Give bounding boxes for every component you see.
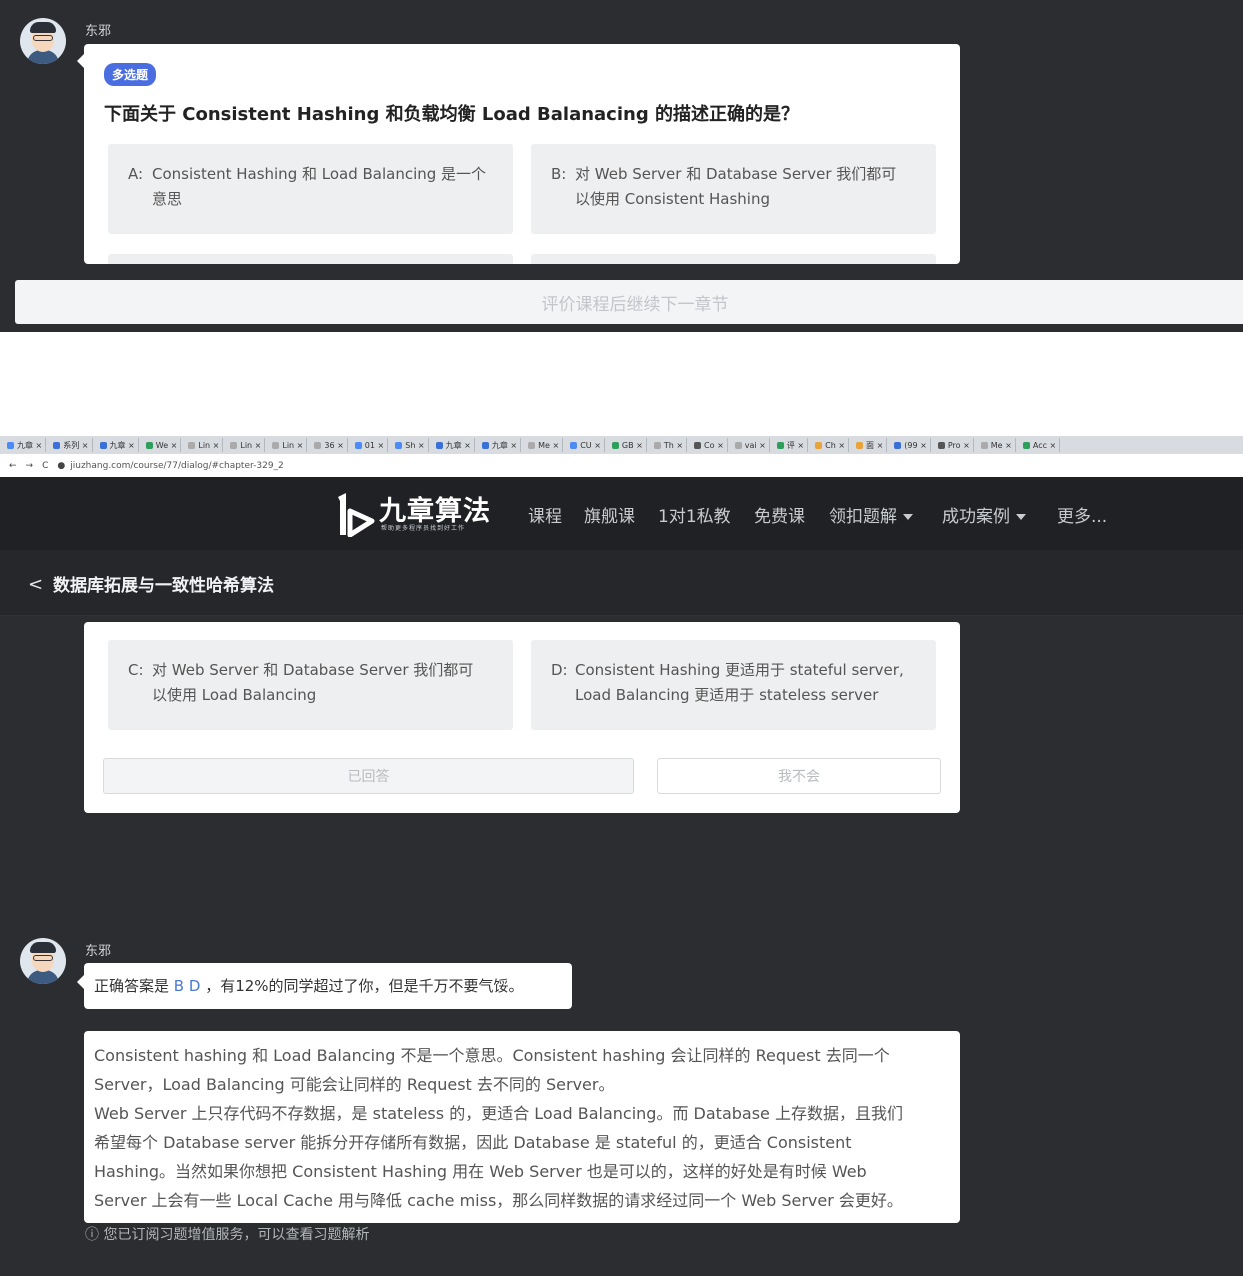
option-line: Consistent Hashing 和 Load Balancing 是一个 [152, 165, 487, 183]
option-c[interactable]: C: 对 Web Server 和 Database Server 我们都可 以… [108, 640, 513, 730]
browser-tab[interactable]: 九章 × [479, 438, 522, 452]
option-line: 对 Web Server 和 Database Server 我们都可 [152, 661, 474, 679]
browser-tab[interactable]: Co × [691, 438, 728, 452]
forward-arrow-icon[interactable]: → [26, 461, 34, 471]
answer-prefix: 正确答案是 [94, 977, 170, 995]
url-text[interactable]: jiuzhang.com/course/77/dialog/#chapter-3… [70, 461, 284, 471]
browser-tab[interactable]: Pro × [935, 438, 974, 452]
nav-more[interactable]: 更多... [1057, 502, 1107, 527]
browser-tab[interactable]: 评 × [774, 438, 809, 452]
top-screenshot: 东邪 多选题 下面关于 Consistent Hashing 和负载均衡 Loa… [0, 0, 1243, 332]
site-nav: 九章算法 帮助更多程序员找到好工作 课程 旗舰课 1对1私教 免费课 领扣题解 … [0, 477, 1243, 550]
explanation-card: Consistent hashing 和 Load Balancing 不是一个… [84, 1031, 960, 1223]
bubble-pointer [77, 975, 84, 989]
option-d-partial [531, 254, 936, 264]
browser-address-bar: ← → C ● jiuzhang.com/course/77/dialog/#c… [0, 454, 1243, 477]
browser-tab[interactable]: Lin × [227, 438, 266, 452]
option-key: C: [128, 661, 144, 679]
teacher-avatar [20, 18, 66, 64]
chevron-down-icon [1016, 514, 1026, 520]
option-line: 以使用 Consistent Hashing [575, 190, 770, 208]
option-c-partial [108, 254, 513, 264]
option-line: 以使用 Load Balancing [152, 686, 317, 704]
option-key: A: [128, 165, 144, 183]
teacher-avatar [20, 938, 66, 984]
question-type-badge: 多选题 [104, 63, 157, 86]
reload-icon[interactable]: C [42, 461, 48, 471]
browser-tab[interactable]: 九章 × [433, 438, 475, 452]
option-line: Consistent Hashing 更适用于 stateful server, [575, 661, 904, 679]
browser-tab[interactable]: 系列 × [50, 438, 93, 452]
chevron-down-icon [903, 514, 913, 520]
option-b[interactable]: B: 对 Web Server 和 Database Server 我们都可 以… [531, 144, 936, 234]
answer-bubble: 正确答案是 B D ，有12%的同学超过了你，但是千万不要气馁。 [84, 963, 572, 1009]
sender-name: 东邪 [85, 24, 112, 39]
browser-tab[interactable]: Th × [651, 438, 688, 452]
browser-tab[interactable]: CU × [567, 438, 605, 452]
browser-tab[interactable]: Sh × [392, 438, 429, 452]
browser-tab[interactable]: Lin × [185, 438, 224, 452]
browser-tab[interactable]: 九章 × [4, 438, 47, 452]
correct-answer-letters: B D [173, 977, 201, 995]
option-line: 对 Web Server 和 Database Server 我们都可 [575, 165, 897, 183]
browser-tab[interactable]: (99 × [891, 438, 931, 452]
nav-free-courses[interactable]: 免费课 [754, 502, 805, 527]
question-card: 多选题 下面关于 Consistent Hashing 和负载均衡 Load B… [77, 44, 960, 264]
browser-tab[interactable]: Me × [978, 438, 1016, 452]
back-arrow-icon[interactable]: ← [9, 461, 17, 471]
option-key: D: [551, 661, 568, 679]
nav-flagship[interactable]: 旗舰课 [584, 502, 635, 527]
chapter-title: 数据库拓展与一致性哈希算法 [53, 576, 274, 596]
browser-tab[interactable]: Ch × [812, 438, 850, 452]
nav-courses[interactable]: 课程 [528, 502, 562, 527]
jiuzhang-logo-icon [338, 493, 375, 537]
browser-tab[interactable]: vai × [732, 438, 770, 452]
nav-leetcode-solutions[interactable]: 领扣题解 [829, 502, 913, 527]
rate-course-continue-button[interactable]: 评价课程后继续下一章节 [15, 280, 1243, 324]
browser-tab[interactable]: 01 × [352, 438, 389, 452]
option-a[interactable]: A: Consistent Hashing 和 Load Balancing 是… [108, 144, 513, 234]
option-d[interactable]: D: Consistent Hashing 更适用于 stateful serv… [531, 640, 936, 730]
browser-tab[interactable]: 九章 × [97, 438, 139, 452]
nav-success-stories[interactable]: 成功案例 [942, 502, 1026, 527]
question-text: 下面关于 Consistent Hashing 和负载均衡 Load Balan… [104, 104, 799, 125]
sender-name: 东邪 [85, 944, 112, 959]
browser-tab-strip: 九章 × 系列 × 九章 × We × Lin × Lin × Lin × 36… [0, 436, 1243, 454]
explanation-line: Consistent hashing 和 Load Balancing 不是一个… [94, 1046, 890, 1065]
nav-tutoring[interactable]: 1对1私教 [658, 502, 731, 527]
browser-tab[interactable]: Lin × [269, 438, 308, 452]
chevron-left-icon[interactable]: < [28, 574, 43, 595]
subscription-notice: ⓘ 您已订阅习题增值服务，可以查看习题解析 [85, 1227, 370, 1243]
answered-button[interactable]: 已回答 [103, 758, 634, 794]
browser-tab[interactable]: Acc × [1020, 438, 1061, 452]
browser-tab[interactable]: Me × [525, 438, 564, 452]
lock-icon: ● [57, 460, 66, 471]
browser-tab[interactable]: GB × [609, 438, 647, 452]
explanation-line: Hashing。当然如果你想把 Consistent Hashing 用在 We… [94, 1162, 867, 1181]
question-card-continued: C: 对 Web Server 和 Database Server 我们都可 以… [84, 622, 960, 813]
option-key: B: [551, 165, 567, 183]
answer-suffix: ，有12%的同学超过了你，但是千万不要气馁。 [205, 977, 524, 995]
option-line: Load Balancing 更适用于 stateless server [575, 686, 879, 704]
browser-tab[interactable]: We × [143, 438, 182, 452]
bottom-screenshot: 九章 × 系列 × 九章 × We × Lin × Lin × Lin × 36… [0, 436, 1243, 1276]
browser-tab[interactable]: 36 × [311, 438, 348, 452]
explanation-line: Server 上会有一些 Local Cache 用与降低 cache miss… [94, 1191, 903, 1210]
browser-tab[interactable]: 面 × [853, 438, 888, 452]
option-line: 意思 [152, 190, 183, 208]
explanation-line: 希望每个 Database server 能拆分开存储所有数据，因此 Datab… [94, 1133, 852, 1152]
logo-tagline: 帮助更多程序员找到好工作 [381, 525, 466, 532]
explanation-line: Server，Load Balancing 可能会让同样的 Request 去不… [94, 1075, 615, 1094]
explanation-line: Web Server 上只存代码不存数据，是 stateless 的，更适合 L… [94, 1104, 903, 1123]
dont-know-button[interactable]: 我不会 [657, 758, 941, 794]
